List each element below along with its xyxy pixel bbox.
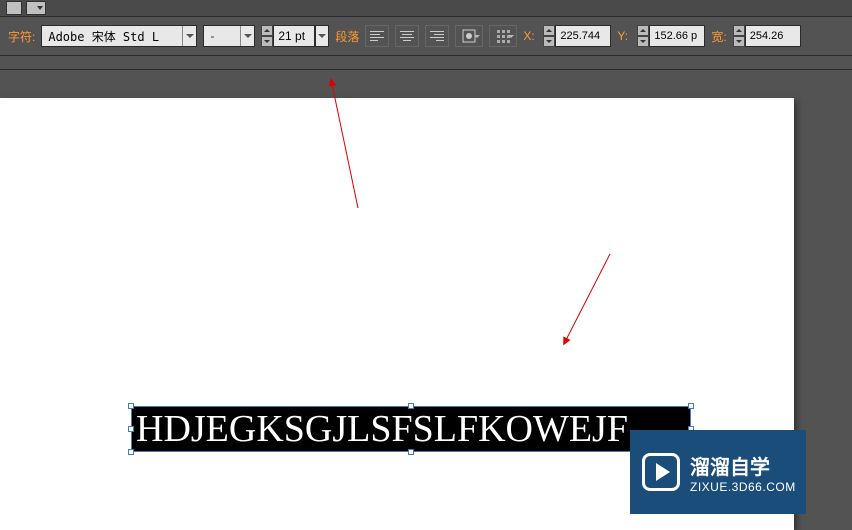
font-style-value: -: [204, 29, 240, 43]
font-size-up[interactable]: [261, 25, 273, 36]
y-up[interactable]: [637, 25, 649, 36]
w-label: 宽:: [711, 28, 726, 45]
character-label: 字符:: [8, 28, 35, 45]
app-top-bar: [0, 0, 852, 16]
font-style-select[interactable]: -: [203, 25, 255, 47]
align-right-button[interactable]: [425, 25, 449, 47]
w-up[interactable]: [733, 25, 745, 36]
watermark-brand: 溜溜自学: [690, 451, 796, 480]
align-left-button[interactable]: [365, 25, 389, 47]
w-down[interactable]: [733, 36, 745, 47]
paragraph-label[interactable]: 段落: [335, 28, 359, 45]
align-center-button[interactable]: [395, 25, 419, 47]
w-input[interactable]: 254.26: [745, 25, 801, 47]
grid-button[interactable]: [489, 25, 517, 47]
y-input[interactable]: 152.66 p: [649, 25, 705, 47]
text-frame[interactable]: HDJEGKSGJLSFSLFKOWEJF: [131, 406, 691, 452]
font-size-down[interactable]: [261, 36, 273, 47]
handle-mid-left[interactable]: [128, 426, 134, 432]
font-family-value: Adobe 宋体 Std L: [42, 28, 182, 45]
watermark: 溜溜自学 ZIXUE.3D66.COM: [630, 430, 806, 514]
handle-bot-left[interactable]: [128, 449, 134, 455]
text-content[interactable]: HDJEGKSGJLSFSLFKOWEJF: [132, 407, 628, 451]
handle-top-mid[interactable]: [408, 403, 414, 409]
font-size-input[interactable]: 21 pt: [273, 25, 315, 47]
text-wrap-button[interactable]: [455, 25, 483, 47]
font-size-group: 21 pt: [261, 25, 329, 47]
window-icon-1[interactable]: [6, 1, 22, 15]
play-icon: [642, 453, 680, 491]
x-label: X:: [523, 29, 537, 43]
font-style-dropdown[interactable]: [240, 26, 254, 46]
control-toolbar: 字符: Adobe 宋体 Std L - 21 pt 段落 X:: [0, 16, 852, 56]
handle-top-right[interactable]: [688, 403, 694, 409]
toolbar-lower-strip: [0, 56, 852, 70]
y-label: Y:: [617, 29, 631, 43]
annotation-arrow-2: [558, 250, 618, 350]
handle-top-left[interactable]: [128, 403, 134, 409]
x-input[interactable]: 225.744: [555, 25, 611, 47]
watermark-url: ZIXUE.3D66.COM: [690, 480, 796, 494]
y-down[interactable]: [637, 36, 649, 47]
font-size-dropdown[interactable]: [315, 25, 329, 47]
handle-bot-mid[interactable]: [408, 449, 414, 455]
annotation-arrow-1: [326, 78, 366, 218]
x-down[interactable]: [543, 36, 555, 47]
window-icon-2[interactable]: [26, 1, 46, 15]
font-family-select[interactable]: Adobe 宋体 Std L: [41, 25, 197, 47]
x-up[interactable]: [543, 25, 555, 36]
font-family-dropdown[interactable]: [182, 26, 196, 46]
